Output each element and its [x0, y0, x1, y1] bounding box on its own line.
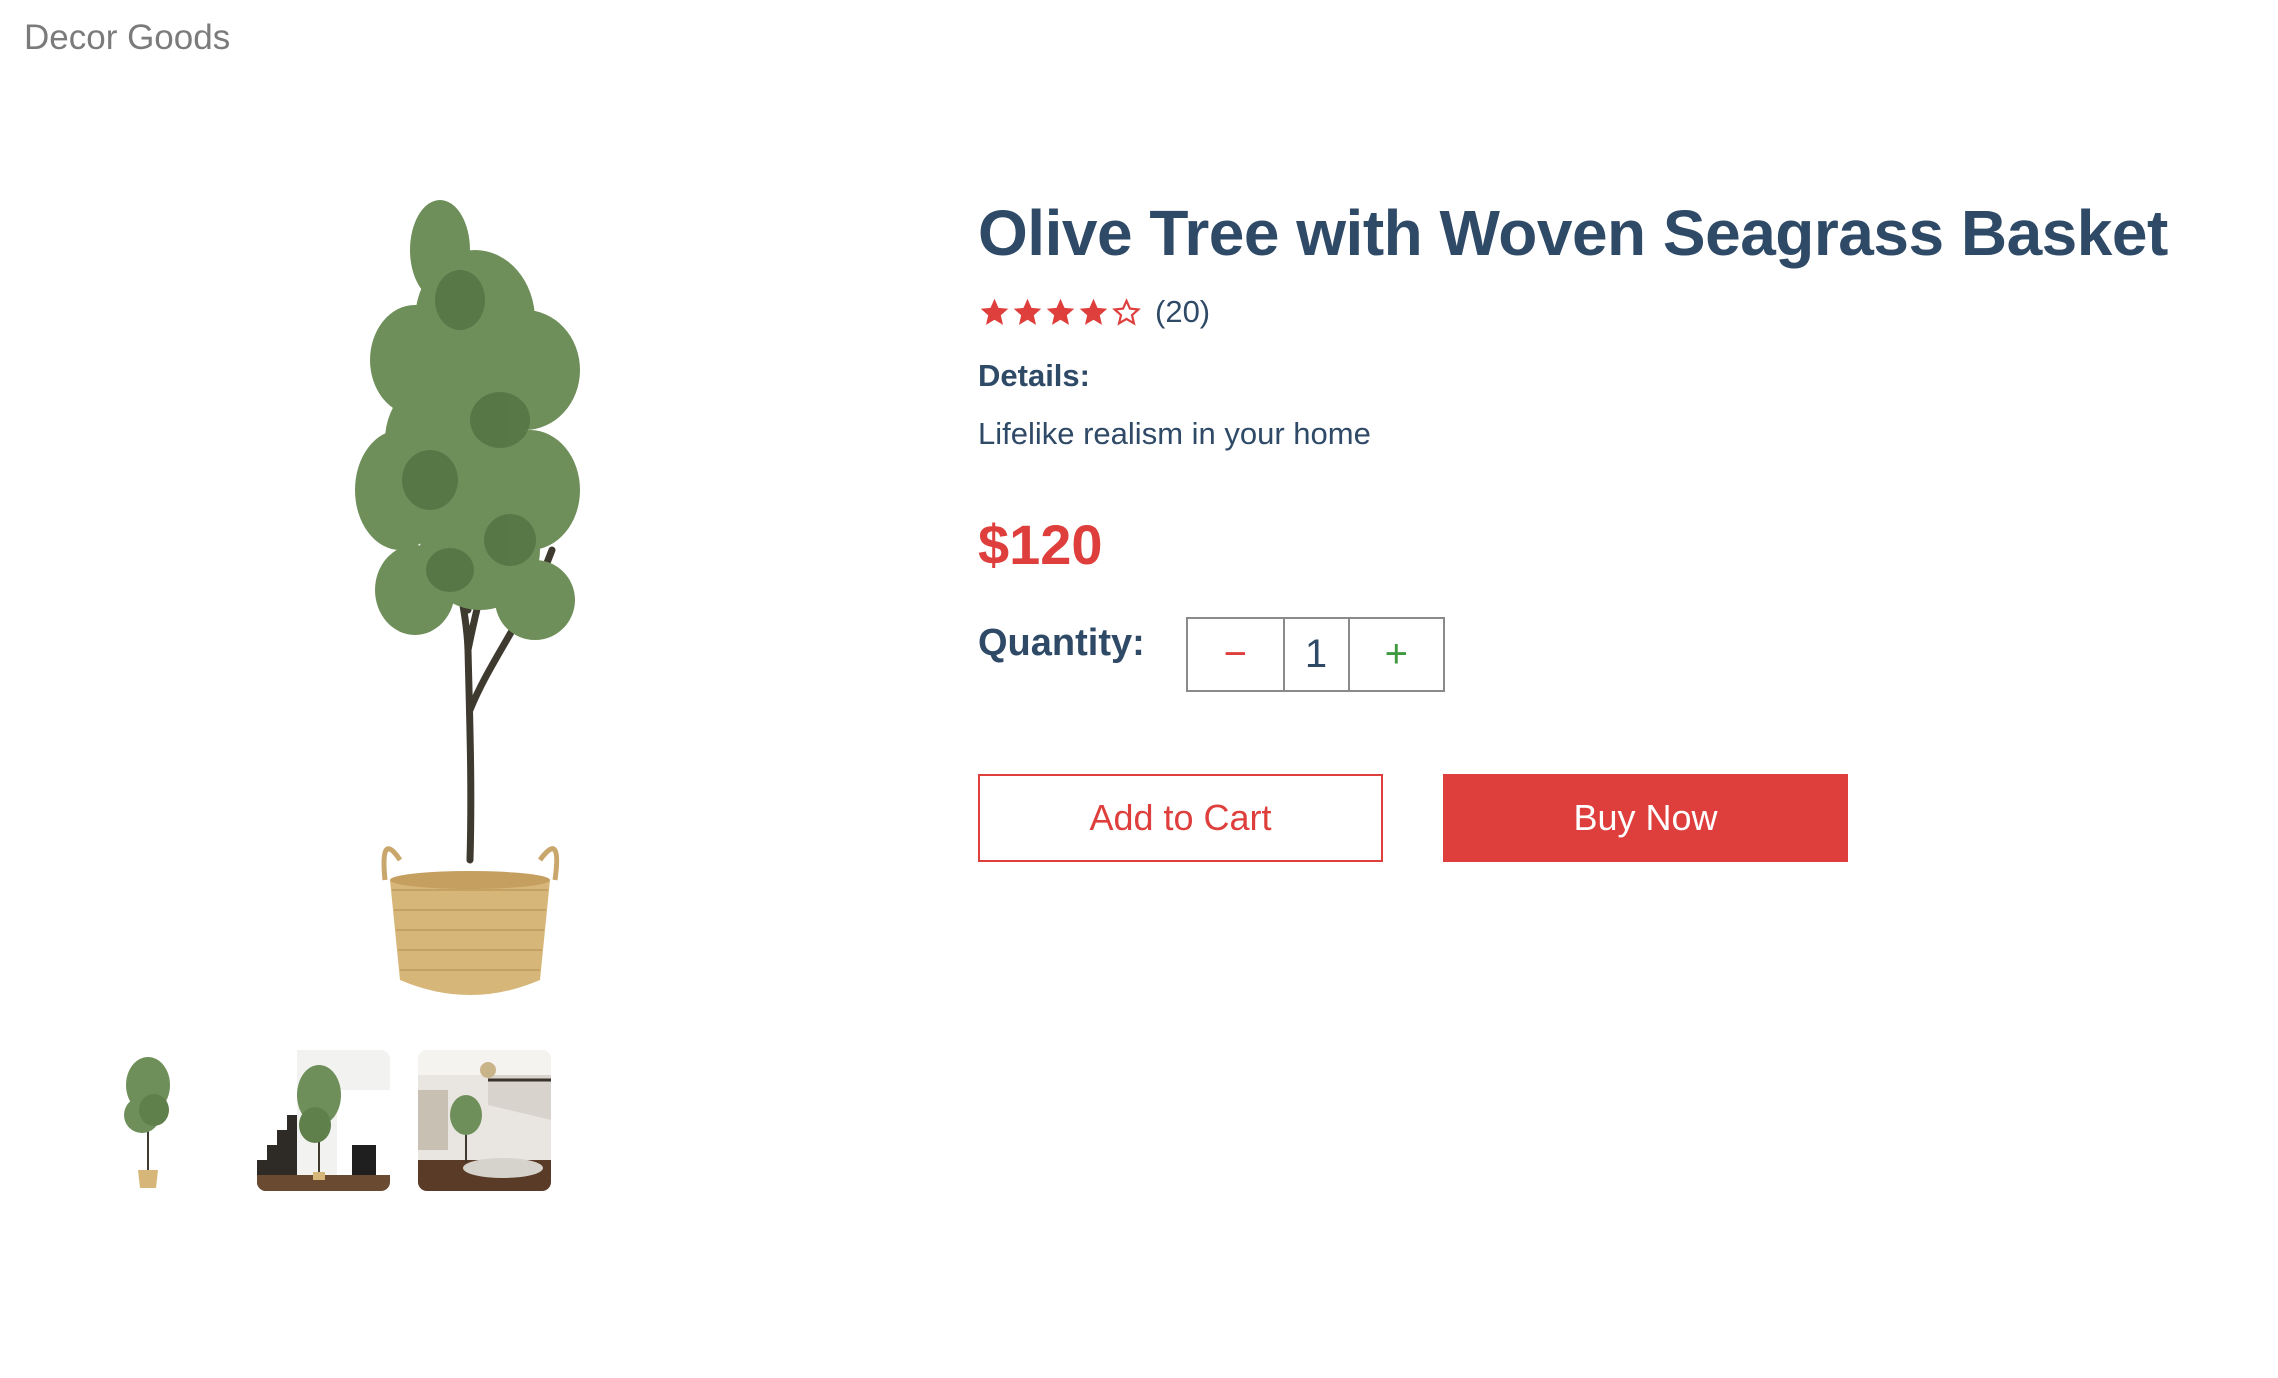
- main-product-image: [290, 190, 910, 1010]
- add-to-cart-button[interactable]: Add to Cart: [978, 774, 1383, 862]
- buy-now-button[interactable]: Buy Now: [1443, 774, 1848, 862]
- product-price: $120: [978, 513, 1103, 576]
- star-filled-icon: [1077, 296, 1110, 329]
- star-empty-icon: [1110, 296, 1143, 329]
- review-count[interactable]: (20): [1155, 294, 1210, 330]
- details-label: Details:: [978, 358, 1090, 393]
- quantity-stepper: − 1 +: [1186, 617, 1445, 692]
- quantity-decrease-button[interactable]: −: [1188, 619, 1283, 690]
- thumbnail-strip: [96, 1050, 579, 1191]
- star-filled-icon: [1011, 296, 1044, 329]
- product-title: Olive Tree with Woven Seagrass Basket: [978, 197, 2168, 269]
- quantity-increase-button[interactable]: +: [1350, 619, 1444, 690]
- star-filled-icon: [1044, 296, 1077, 329]
- quantity-value[interactable]: 1: [1282, 619, 1350, 690]
- star-filled-icon: [978, 296, 1011, 329]
- brand-name[interactable]: Decor Goods: [24, 18, 230, 58]
- details-text: Lifelike realism in your home: [978, 416, 1371, 451]
- product-rating: (20): [978, 294, 1210, 330]
- thumbnail-2[interactable]: [257, 1050, 390, 1191]
- thumbnail-3[interactable]: [418, 1050, 551, 1191]
- quantity-label: Quantity:: [978, 622, 1145, 664]
- thumbnail-1[interactable]: [96, 1050, 229, 1191]
